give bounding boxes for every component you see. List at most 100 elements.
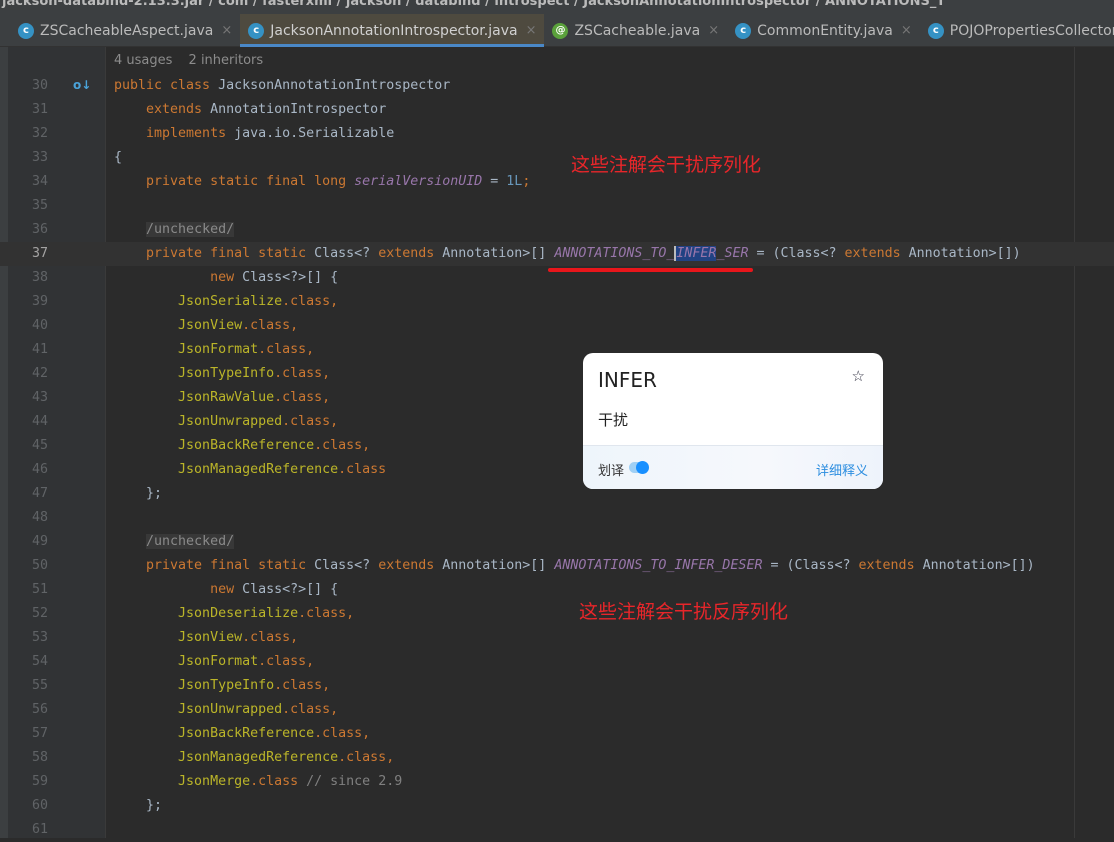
tab-zscacheableaspect[interactable]: c ZSCacheableAspect.java × [10,14,240,47]
close-tab-icon[interactable]: × [526,23,537,38]
code-token: JsonTypeInfo [114,366,275,381]
line-number: 51 [31,582,48,597]
code-vision-hints: 4 usages 2 inheritors [114,53,275,68]
code-token: }; [114,798,163,813]
code-line[interactable]: 60 }; [0,794,1114,818]
code-token: Class<?>[] { [242,582,339,597]
close-tab-icon[interactable]: × [221,23,232,38]
code-text: }; [114,794,162,818]
code-line[interactable]: 50 private final static Class<? extends … [0,554,1114,578]
code-token: JacksonAnnotationIntrospector [218,78,451,93]
code-token: Annotation>[] [442,246,555,261]
translation-popup: INFER ☆ 干扰 划译 详细释义 [583,353,883,489]
code-line[interactable]: 46 JsonManagedReference.class [0,458,1114,482]
tab-zscacheable[interactable]: @ ZSCacheable.java × [544,14,727,47]
code-text: JsonUnwrapped.class, [114,698,338,722]
code-line[interactable]: 49 /unchecked/ [0,530,1114,554]
code-token: private final static [114,558,315,573]
star-icon[interactable]: ☆ [852,367,865,385]
close-tab-icon[interactable]: × [708,23,719,38]
code-token: 1L [506,174,523,189]
code-line[interactable]: 37 private final static Class<? extends … [0,242,1114,266]
code-text: JsonTypeInfo.class, [114,362,330,386]
code-token: Class<? [314,246,379,261]
code-token: AnnotationIntrospector [210,102,387,117]
code-text: implements java.io.Serializable [114,122,394,146]
code-text: JsonManagedReference.class, [114,746,394,770]
line-number: 46 [31,462,48,477]
code-line[interactable]: 39 JsonSerialize.class, [0,290,1114,314]
close-tab-icon[interactable]: × [901,23,912,38]
code-line[interactable]: 56 JsonUnwrapped.class, [0,698,1114,722]
line-number: 54 [31,654,48,669]
code-line[interactable]: 55 JsonTypeInfo.class, [0,674,1114,698]
code-line[interactable]: 30 public class JacksonAnnotationIntrospe… [0,74,1114,98]
implemented-gutter-icon[interactable]: o↓ [73,78,91,92]
detail-link[interactable]: 详细释义 [816,460,868,479]
code-token: JsonRawValue [114,390,275,405]
code-line[interactable]: 34 private static final long serialVersi… [0,170,1114,194]
code-line[interactable]: 36 /unchecked/ [0,218,1114,242]
code-token: new [114,270,243,285]
code-token: .class, [282,702,339,717]
code-token: .class, [274,390,331,405]
code-text: JsonRawValue.class, [114,386,330,410]
popup-footer: 划译 详细释义 [583,445,883,489]
code-line[interactable]: 43 JsonRawValue.class, [0,386,1114,410]
breadcrumb[interactable]: jackson-databind-2.13.3.jar / com / fast… [0,0,1114,14]
tab-jacksonannotationintrospector[interactable]: c JacksonAnnotationIntrospector.java × [240,14,545,47]
translate-toggle[interactable] [629,461,649,474]
code-line[interactable]: 61 [0,818,1114,842]
code-line[interactable]: 51 new Class<?>[] { [0,578,1114,602]
line-number: 53 [31,630,48,645]
code-line[interactable]: 54 JsonFormat.class, [0,650,1114,674]
code-line[interactable]: 52 JsonDeserialize.class, [0,602,1114,626]
usages-hint[interactable]: 4 usages [114,53,172,68]
code-token: ; [522,174,531,189]
code-text: JsonSerialize.class, [114,290,338,314]
code-text: JsonTypeInfo.class, [114,674,330,698]
line-number: 42 [31,366,48,381]
editor-tabs: c ZSCacheableAspect.java × c JacksonAnnotati… [0,14,1114,47]
code-token: JsonTypeInfo [114,678,275,693]
code-line[interactable]: 59 JsonMerge.class // since 2.9 [0,770,1114,794]
code-token: ANNOTATIONS_TO_INFER_DESER [554,558,763,573]
line-number: 61 [31,822,48,837]
code-text: JsonFormat.class, [114,338,314,362]
class-icon: c [248,22,265,39]
code-token: .class, [298,606,355,621]
code-token: Annotation>[] [442,558,555,573]
inheritors-hint[interactable]: 2 inheritors [189,53,264,68]
code-line[interactable]: 44 JsonUnwrapped.class, [0,410,1114,434]
code-token: .class [338,462,387,477]
code-line[interactable]: 45 JsonBackReference.class, [0,434,1114,458]
code-line[interactable]: 58 JsonManagedReference.class, [0,746,1114,770]
tab-commonentity[interactable]: c CommonEntity.java × [727,14,920,47]
line-number: 33 [31,150,48,165]
code-token: .class, [314,438,371,453]
code-token: // since 2.9 [306,774,403,789]
code-line[interactable]: 41 JsonFormat.class, [0,338,1114,362]
code-line[interactable]: 32 implements java.io.Serializable [0,122,1114,146]
code-line[interactable]: 53 JsonView.class, [0,626,1114,650]
code-line[interactable]: 48 [0,506,1114,530]
code-text: JsonUnwrapped.class, [114,410,338,434]
code-token: Annotation>[]) [908,246,1021,261]
code-line[interactable]: 47 }; [0,482,1114,506]
code-line[interactable]: 40 JsonView.class, [0,314,1114,338]
line-number: 35 [31,198,48,213]
code-token: java.io.Serializable [234,126,395,141]
line-number: 41 [31,342,48,357]
tab-pojopropertiescollector[interactable]: c POJOPropertiesCollector.java [920,14,1114,47]
code-line[interactable]: 35 [0,194,1114,218]
tab-label: ZSCacheable.java [574,22,701,39]
line-number: 56 [31,702,48,717]
code-line[interactable]: 33 { [0,146,1114,170]
code-line[interactable]: 31 extends AnnotationIntrospector [0,98,1114,122]
code-line[interactable]: 42 JsonTypeInfo.class, [0,362,1114,386]
code-token: .class, [242,630,299,645]
code-line[interactable]: 57 JsonBackReference.class, [0,722,1114,746]
code-text: JsonDeserialize.class, [114,602,354,626]
code-token: extends [378,558,443,573]
